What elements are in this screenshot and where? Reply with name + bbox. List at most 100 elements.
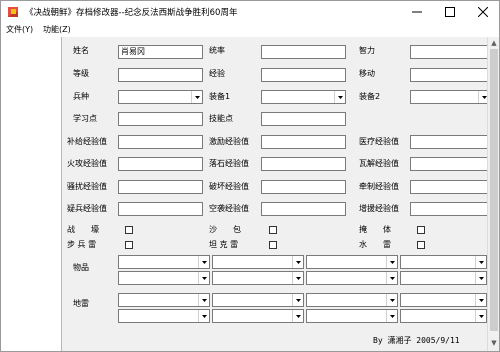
study-points-field[interactable] — [118, 112, 203, 126]
air-raid-exp-field[interactable] — [261, 202, 346, 216]
author-credit: By 潇湘子 2005/9/11 — [373, 336, 460, 345]
supply-exp-field[interactable] — [118, 135, 203, 149]
mine-select-4[interactable] — [400, 293, 487, 307]
app-icon — [7, 6, 19, 18]
mine-select-6[interactable] — [212, 309, 304, 323]
mine-select-2[interactable] — [212, 293, 304, 307]
tank-mine-checkbox[interactable] — [269, 241, 277, 249]
scroll-up-icon[interactable]: ▲ — [490, 39, 498, 47]
name-label: 姓名 — [73, 46, 89, 55]
movement-label: 移动 — [359, 69, 375, 78]
reinforce-exp-field[interactable] — [410, 202, 487, 216]
infantry-mine-label: 步 兵 雷 — [67, 240, 97, 249]
command-field[interactable] — [261, 45, 346, 59]
scroll-down-icon[interactable]: ▼ — [490, 339, 498, 347]
chevron-down-icon[interactable] — [334, 91, 345, 103]
level-field[interactable] — [118, 68, 203, 82]
item-select-1[interactable] — [118, 255, 210, 269]
item-select-5[interactable] — [118, 271, 210, 285]
chevron-down-icon[interactable] — [475, 310, 486, 322]
chevron-down-icon[interactable] — [386, 272, 397, 284]
sandbag-checkbox[interactable] — [269, 226, 277, 234]
items-label: 物品 — [73, 263, 89, 272]
scrollbar-thumb[interactable] — [490, 49, 498, 331]
chevron-down-icon[interactable] — [475, 256, 486, 268]
mine-select-1[interactable] — [118, 293, 210, 307]
title-bar[interactable]: 《决战朝鲜》存档修改器--纪念反法西斯战争胜利60周年 — [1, 1, 499, 23]
fire-attack-exp-field[interactable] — [118, 157, 203, 171]
item-select-6[interactable] — [212, 271, 304, 285]
minimize-icon — [411, 11, 422, 13]
chevron-down-icon[interactable] — [386, 310, 397, 322]
left-blank-panel — [1, 37, 62, 351]
disintegrate-exp-field[interactable] — [410, 157, 487, 171]
close-button[interactable] — [466, 1, 499, 23]
chevron-down-icon[interactable] — [292, 272, 303, 284]
mines-label: 地雷 — [73, 299, 89, 308]
air-raid-exp-label: 空袭经验值 — [209, 204, 249, 213]
item-select-3[interactable] — [306, 255, 398, 269]
menu-file[interactable]: 文件(Y) — [6, 24, 33, 35]
trench-checkbox[interactable] — [125, 226, 133, 234]
harass-exp-field[interactable] — [118, 180, 203, 194]
experience-label: 经验 — [209, 69, 225, 78]
suspect-troops-exp-label: 疑兵经验值 — [67, 204, 107, 213]
chevron-down-icon[interactable] — [478, 91, 487, 103]
minimize-button[interactable] — [400, 1, 433, 23]
skill-points-field[interactable] — [261, 112, 346, 126]
experience-field[interactable] — [261, 68, 346, 82]
menu-function[interactable]: 功能(Z) — [43, 24, 71, 35]
chevron-down-icon[interactable] — [386, 294, 397, 306]
water-mine-checkbox[interactable] — [417, 241, 425, 249]
suspect-troops-exp-field[interactable] — [118, 202, 203, 216]
equip1-label: 装备1 — [209, 92, 231, 101]
window-title: 《决战朝鲜》存档修改器--纪念反法西斯战争胜利60周年 — [25, 8, 238, 18]
intelligence-label: 智力 — [359, 46, 375, 55]
close-icon — [477, 7, 488, 17]
restrain-exp-label: 牵制经验值 — [359, 182, 399, 191]
chevron-down-icon[interactable] — [198, 310, 209, 322]
chevron-down-icon[interactable] — [386, 256, 397, 268]
item-select-8[interactable] — [400, 271, 487, 285]
equip2-select[interactable] — [410, 90, 487, 104]
chevron-down-icon[interactable] — [292, 294, 303, 306]
chevron-down-icon[interactable] — [198, 256, 209, 268]
supply-exp-label: 补给经验值 — [67, 137, 107, 146]
chevron-down-icon[interactable] — [292, 310, 303, 322]
medical-exp-field[interactable] — [410, 135, 487, 149]
infantry-mine-checkbox[interactable] — [125, 241, 133, 249]
chevron-down-icon[interactable] — [475, 294, 486, 306]
intelligence-field[interactable] — [410, 45, 487, 59]
mine-select-5[interactable] — [118, 309, 210, 323]
editor-form: 姓名 肖易冈 统率 智力 等级 经验 移动 兵种 装备1 装备2 学习点 技能点… — [62, 37, 487, 351]
chevron-down-icon[interactable] — [198, 272, 209, 284]
item-select-7[interactable] — [306, 271, 398, 285]
editor-window: 《决战朝鲜》存档修改器--纪念反法西斯战争胜利60周年 文件(Y) 功能(Z) … — [0, 0, 500, 352]
destroy-exp-field[interactable] — [261, 180, 346, 194]
reinforce-exp-label: 增援经验值 — [359, 204, 399, 213]
vertical-scrollbar[interactable]: ▲ ▼ — [487, 37, 499, 351]
chevron-down-icon[interactable] — [191, 91, 202, 103]
destroy-exp-label: 破坏经验值 — [209, 182, 249, 191]
water-mine-label: 水 雷 — [359, 240, 391, 249]
shelter-checkbox[interactable] — [417, 226, 425, 234]
command-label: 统率 — [209, 46, 225, 55]
inspire-exp-field[interactable] — [261, 135, 346, 149]
mine-select-3[interactable] — [306, 293, 398, 307]
movement-field[interactable] — [410, 68, 487, 82]
mine-select-8[interactable] — [400, 309, 487, 323]
branch-select[interactable] — [118, 90, 203, 104]
harass-exp-label: 骚扰经验值 — [67, 182, 107, 191]
falling-rock-exp-field[interactable] — [261, 157, 346, 171]
maximize-button[interactable] — [433, 1, 466, 23]
equip1-select[interactable] — [261, 90, 346, 104]
mine-select-7[interactable] — [306, 309, 398, 323]
falling-rock-exp-label: 落石经验值 — [209, 159, 249, 168]
name-field[interactable]: 肖易冈 — [118, 45, 203, 59]
chevron-down-icon[interactable] — [475, 272, 486, 284]
item-select-2[interactable] — [212, 255, 304, 269]
restrain-exp-field[interactable] — [410, 180, 487, 194]
chevron-down-icon[interactable] — [198, 294, 209, 306]
chevron-down-icon[interactable] — [292, 256, 303, 268]
item-select-4[interactable] — [400, 255, 487, 269]
